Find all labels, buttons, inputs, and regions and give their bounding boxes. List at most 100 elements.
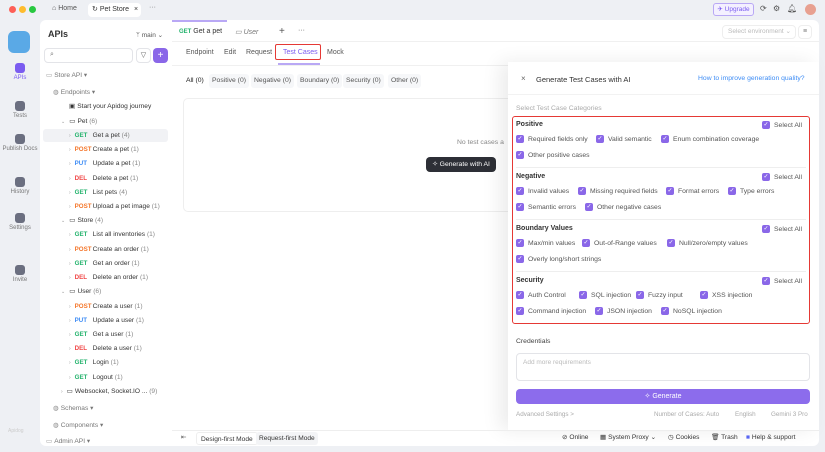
rail-item-apis[interactable]: APIs <box>0 63 40 81</box>
endpoint-item[interactable]: › GET Get a pet (4) <box>43 129 168 142</box>
endpoint-item[interactable]: › PUT Update a pet (1) <box>43 157 168 170</box>
endpoint-item[interactable]: › GET Logout (1) <box>43 371 168 384</box>
endpoint-item[interactable]: › GET Login (1) <box>43 356 168 369</box>
tab-endpoint[interactable]: Endpoint <box>186 49 214 56</box>
search-input[interactable]: ⌕ <box>44 48 133 63</box>
filter-boundary[interactable]: Boundary (0) <box>297 74 343 88</box>
environment-select[interactable]: Select environment ⌄ <box>722 25 796 39</box>
option-checkbox[interactable]: ✓ Null/zero/empty values <box>667 239 748 247</box>
tab-request[interactable]: Request <box>246 49 272 56</box>
select-all-checkbox[interactable]: ✓ Select All <box>762 225 802 233</box>
help-link[interactable]: How to improve generation quality? <box>698 75 805 82</box>
project-avatar[interactable] <box>8 31 30 53</box>
option-checkbox[interactable]: ✓ Command injection <box>516 307 586 315</box>
folder-item[interactable]: ⌄ ▭ Store (4) <box>43 214 168 227</box>
endpoint-item[interactable]: › GET List pets (4) <box>43 186 168 199</box>
filter-positive[interactable]: Positive (0) <box>209 74 249 88</box>
option-checkbox[interactable]: ✓ Enum combination coverage <box>661 135 759 143</box>
gear-icon[interactable]: ⚙ <box>773 4 780 13</box>
option-checkbox[interactable]: ✓ Missing required fields <box>578 187 658 195</box>
online-status[interactable]: ⊘ Online <box>562 430 588 446</box>
folder-item[interactable]: ⌄ ▭ Pet (6) <box>43 115 168 128</box>
endpoint-item[interactable]: › POSTCreate an order (1) <box>43 243 168 256</box>
request-first-mode-button[interactable]: Request-first Mode <box>256 432 318 445</box>
option-checkbox[interactable]: ✓ Overly long/short strings <box>516 255 601 263</box>
tab-test-cases[interactable]: Test Cases <box>283 49 318 56</box>
close-window-button[interactable] <box>9 6 16 13</box>
tab-home[interactable]: ⌂ Home <box>52 5 77 12</box>
option-checkbox[interactable]: ✓ Type errors <box>728 187 774 195</box>
branch-selector[interactable]: ᛘ main ⌄ <box>136 31 163 39</box>
endpoint-item[interactable]: › POSTCreate a user (1) <box>43 300 168 313</box>
close-icon[interactable]: × <box>134 6 138 13</box>
design-first-mode-button[interactable]: Design-first Mode <box>196 432 258 445</box>
option-checkbox[interactable]: ✓ Out-of-Range values <box>582 239 657 247</box>
menu-icon[interactable]: ≡ <box>798 25 812 39</box>
folder-item[interactable]: ⌄ ▭ User (6) <box>43 285 168 298</box>
project-item[interactable]: ▭ Admin API ▾ <box>43 435 168 448</box>
option-checkbox[interactable]: ✓ Invalid values <box>516 187 569 195</box>
option-checkbox[interactable]: ✓ XSS injection <box>700 291 752 299</box>
user-avatar[interactable] <box>805 4 816 15</box>
select-all-checkbox[interactable]: ✓ Select All <box>762 173 802 181</box>
option-checkbox[interactable]: ✓ Semantic errors <box>516 203 576 211</box>
more-button[interactable]: ··· <box>298 27 305 34</box>
option-checkbox[interactable]: ✓ JSON injection <box>595 307 652 315</box>
sync-icon[interactable]: ⟳ <box>760 4 767 13</box>
endpoint-item[interactable]: › POSTCreate a pet (1) <box>43 143 168 156</box>
folder-closed-item[interactable]: › ▭ Websocket, Socket.IO ... (9) <box>43 385 168 398</box>
option-checkbox[interactable]: ✓ NoSQL injection <box>661 307 722 315</box>
group-item[interactable]: ◍ Schemas ▾ <box>43 402 168 415</box>
upgrade-button[interactable]: ✈ Upgrade <box>713 3 754 16</box>
filter-all[interactable]: All (0) <box>183 74 207 88</box>
select-all-checkbox[interactable]: ✓ Select All <box>762 277 802 285</box>
new-tab-button[interactable]: + <box>279 26 285 37</box>
model-select[interactable]: Gemini 3 Pro <box>771 411 808 418</box>
tab-mock[interactable]: Mock <box>327 49 344 56</box>
collapse-sidebar-icon[interactable]: ⇤ <box>181 430 187 446</box>
system-proxy-button[interactable]: ▦ System Proxy ⌄ <box>600 430 656 446</box>
rail-item-history[interactable]: History <box>0 177 40 195</box>
tab-get-a-pet[interactable]: GET Get a pet <box>179 28 222 35</box>
cookies-button[interactable]: ◷ Cookies <box>668 430 699 446</box>
tab-user[interactable]: ▭ User <box>235 28 258 36</box>
select-all-checkbox[interactable]: ✓ Select All <box>762 121 802 129</box>
rail-item-tests[interactable]: Tests <box>0 101 40 119</box>
maximize-window-button[interactable] <box>29 6 36 13</box>
trash-button[interactable]: 🗑︎ Trash <box>711 430 738 446</box>
group-item[interactable]: ◍ Components ▾ <box>43 419 168 432</box>
option-checkbox[interactable]: ✓ Auth Control <box>516 291 566 299</box>
endpoint-item[interactable]: › DEL Delete a pet (1) <box>43 172 168 185</box>
number-of-cases[interactable]: Number of Cases: Auto <box>654 411 719 418</box>
filter-security[interactable]: Security (0) <box>343 74 384 88</box>
endpoint-item[interactable]: › DEL Delete a user (1) <box>43 342 168 355</box>
help-support-button[interactable]: ■ Help & support <box>746 430 795 446</box>
minimize-window-button[interactable] <box>19 6 26 13</box>
endpoint-item[interactable]: › DEL Delete an order (1) <box>43 271 168 284</box>
rail-item-invite[interactable]: Invite <box>0 265 40 283</box>
doc-item[interactable]: ▣ Start your Apidog journey <box>43 100 168 113</box>
endpoint-item[interactable]: › GET Get a user (1) <box>43 328 168 341</box>
tab-edit[interactable]: Edit <box>224 49 236 56</box>
advanced-settings-link[interactable]: Advanced Settings > <box>516 411 574 418</box>
option-checkbox[interactable]: ✓ SQL injection <box>579 291 631 299</box>
requirements-input[interactable]: Add more requirements <box>516 353 810 381</box>
filter-negative[interactable]: Negative (0) <box>251 74 295 88</box>
generate-with-ai-button[interactable]: ✧ Generate with AI <box>426 157 496 172</box>
more-tabs-button[interactable]: ··· <box>149 4 156 11</box>
rail-item-settings[interactable]: Settings <box>0 213 40 231</box>
endpoint-item[interactable]: › PUT Update a user (1) <box>43 314 168 327</box>
close-drawer-button[interactable]: × <box>521 74 526 83</box>
endpoint-item[interactable]: › GET List all inventories (1) <box>43 228 168 241</box>
language-select[interactable]: English <box>735 411 756 418</box>
option-checkbox[interactable]: ✓ Other negative cases <box>585 203 661 211</box>
filter-other[interactable]: Other (0) <box>388 74 422 88</box>
tab-pet-store[interactable]: ↻ Pet Store × <box>88 3 141 17</box>
project-item[interactable]: ▭ Store API ▾ <box>43 69 168 82</box>
option-checkbox[interactable]: ✓ Fuzzy input <box>636 291 683 299</box>
option-checkbox[interactable]: ✓ Format errors <box>666 187 719 195</box>
generate-button[interactable]: ✧ Generate <box>516 389 810 404</box>
rail-item-publish-docs[interactable]: Publish Docs <box>0 134 40 152</box>
filter-button[interactable]: ▽ <box>136 48 151 63</box>
group-item[interactable]: ◍ Endpoints ▾ <box>43 86 168 99</box>
